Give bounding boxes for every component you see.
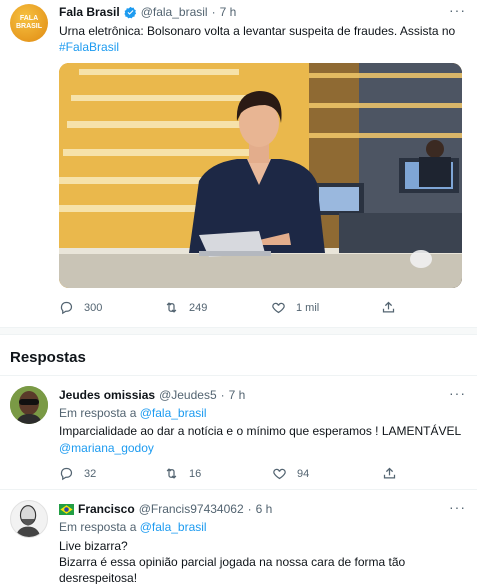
tweet-time[interactable]: 6 h <box>256 502 273 516</box>
author-name[interactable]: Francisco <box>78 502 135 516</box>
more-options-button[interactable]: ··· <box>449 499 466 515</box>
avatar[interactable]: FALA BRASIL <box>10 4 48 42</box>
tweet-actions: 300 249 1 mil <box>59 300 399 315</box>
verified-badge-icon <box>124 6 137 19</box>
reply-context: Em resposta a @fala_brasil <box>59 519 207 535</box>
mention-link[interactable]: @mariana_godoy <box>59 440 154 456</box>
user-photo-icon <box>15 505 41 537</box>
reply-to-prefix: Em resposta a <box>59 406 137 420</box>
reply-count: 300 <box>84 301 103 314</box>
section-divider <box>0 327 477 335</box>
avatar[interactable] <box>10 500 48 538</box>
author-handle[interactable]: @Jeudes5 <box>159 388 217 402</box>
separator-dot: · <box>247 502 252 516</box>
avatar[interactable] <box>10 386 48 424</box>
tweet-text-line: Bizarra é essa opinião parcial jogada na… <box>59 555 406 569</box>
replies-heading: Respostas <box>10 349 86 366</box>
more-options-button[interactable]: ··· <box>449 385 466 401</box>
author-name[interactable]: Fala Brasil <box>59 5 120 19</box>
tweet-text-line: desrespeitosa! <box>59 571 138 584</box>
retweet-icon <box>166 468 177 479</box>
retweet-button[interactable]: 249 <box>164 300 271 315</box>
video-player[interactable] <box>59 63 462 288</box>
tweet-text-line: Live bizarra? <box>59 539 128 553</box>
reply-to-prefix: Em resposta a <box>59 520 137 534</box>
brazil-flag-icon <box>59 503 74 515</box>
author-name[interactable]: Jeudes omissias <box>59 388 155 402</box>
retweet-count: 249 <box>189 301 208 314</box>
tweet-actions: 32 16 94 <box>59 466 399 481</box>
tweet-time[interactable]: 7 h <box>220 5 237 19</box>
video-frame-image <box>59 63 462 288</box>
share-icon <box>383 467 396 479</box>
like-count: 1 mil <box>296 301 320 314</box>
reply-tweet[interactable]: Francisco @Francis97434062 · 6 h ··· Em … <box>0 490 477 584</box>
author-handle[interactable]: @fala_brasil <box>141 5 208 19</box>
retweet-button[interactable]: 16 <box>164 466 272 481</box>
share-icon <box>382 301 395 313</box>
retweet-count: 16 <box>189 467 202 480</box>
like-count: 94 <box>297 467 310 480</box>
tweet-text: Urna eletrônica: Bolsonaro volta a levan… <box>59 24 456 38</box>
reply-icon <box>60 467 73 481</box>
tweet-time[interactable]: 7 h <box>229 388 246 402</box>
reply-count: 32 <box>84 467 97 480</box>
separator-dot: · <box>211 5 216 19</box>
tweet-text: Imparcialidade ao dar a notícia e o míni… <box>59 424 462 438</box>
like-button[interactable]: 94 <box>272 466 382 481</box>
share-button[interactable] <box>381 300 396 315</box>
reply-context: Em resposta a @fala_brasil <box>59 405 207 421</box>
hashtag-link[interactable]: #FalaBrasil <box>59 39 119 55</box>
retweet-icon <box>166 302 177 313</box>
user-photo-icon <box>10 386 48 424</box>
like-button[interactable]: 1 mil <box>271 300 381 315</box>
reply-to-handle-link[interactable]: @fala_brasil <box>140 406 207 420</box>
author-handle[interactable]: @Francis97434062 <box>139 502 244 516</box>
reply-to-handle-link[interactable]: @fala_brasil <box>140 520 207 534</box>
more-options-button[interactable]: ··· <box>449 2 466 18</box>
heart-icon <box>273 468 286 480</box>
reply-tweet[interactable]: Jeudes omissias @Jeudes5 · 7 h ··· Em re… <box>0 376 477 488</box>
reply-button[interactable]: 32 <box>59 466 164 481</box>
share-button[interactable] <box>382 466 397 481</box>
main-tweet[interactable]: FALA BRASIL Fala Brasil @fala_brasil · 7… <box>0 0 477 330</box>
reply-button[interactable]: 300 <box>59 300 164 315</box>
avatar-logo-text: FALA BRASIL <box>15 15 43 30</box>
separator-dot: · <box>220 388 225 402</box>
reply-icon <box>60 301 73 315</box>
heart-icon <box>272 302 285 314</box>
